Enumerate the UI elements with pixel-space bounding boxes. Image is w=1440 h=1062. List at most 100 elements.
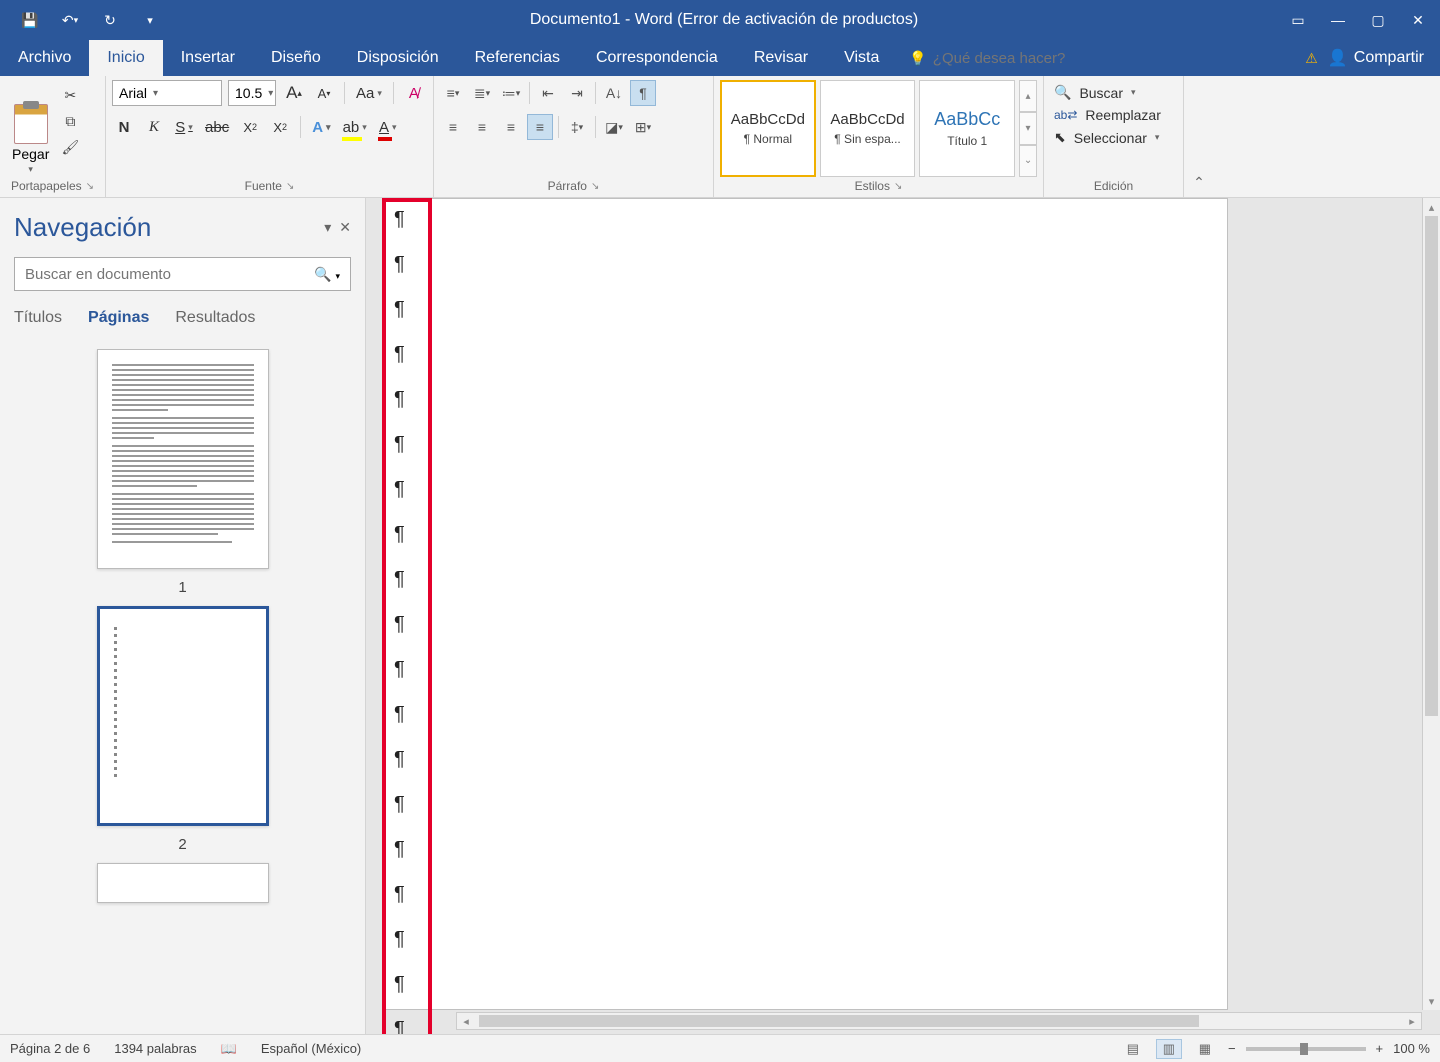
- save-icon[interactable]: 💾: [12, 4, 48, 36]
- align-left-icon[interactable]: ≡: [440, 114, 466, 140]
- find-button[interactable]: 🔍Buscar ▾: [1054, 84, 1173, 101]
- share-label: Compartir: [1354, 49, 1424, 67]
- tell-me-input[interactable]: [933, 50, 1133, 67]
- styles-dialog-icon[interactable]: ↘: [894, 181, 902, 192]
- paragraph-dialog-icon[interactable]: ↘: [591, 181, 599, 192]
- document-page[interactable]: [382, 198, 1228, 1010]
- increase-indent-icon[interactable]: ⇥: [564, 80, 590, 106]
- font-size-combo[interactable]: 10.5▾: [228, 80, 276, 106]
- nav-tab-titles[interactable]: Títulos: [14, 309, 62, 331]
- tell-me[interactable]: 💡: [897, 40, 1305, 76]
- bold-button[interactable]: N: [112, 114, 136, 140]
- font-dialog-icon[interactable]: ↘: [286, 181, 294, 192]
- share-button[interactable]: 👤 Compartir: [1328, 48, 1424, 68]
- tab-layout[interactable]: Disposición: [339, 40, 457, 76]
- replace-button[interactable]: ab⇄Reemplazar: [1054, 107, 1173, 123]
- collapse-ribbon-icon[interactable]: ⌃: [1184, 76, 1214, 197]
- highlight-button[interactable]: ab: [340, 114, 370, 140]
- zoom-level[interactable]: 100 %: [1393, 1041, 1430, 1056]
- nav-close-icon[interactable]: ✕: [339, 219, 351, 236]
- line-spacing-button[interactable]: ‡▾: [564, 114, 590, 140]
- nav-search-input[interactable]: [25, 266, 314, 283]
- thumbnail-page-2[interactable]: [97, 606, 269, 826]
- tab-review[interactable]: Revisar: [736, 40, 826, 76]
- zoom-slider[interactable]: [1246, 1047, 1366, 1051]
- nav-tab-results[interactable]: Resultados: [175, 309, 255, 331]
- shrink-font-icon[interactable]: A▾: [312, 80, 336, 106]
- vertical-scrollbar[interactable]: ▴ ▾: [1422, 198, 1440, 1010]
- change-case-button[interactable]: Aa: [353, 80, 385, 106]
- web-layout-icon[interactable]: ▦: [1192, 1039, 1218, 1059]
- font-color-button[interactable]: A: [376, 114, 400, 140]
- sort-icon[interactable]: A↓: [601, 80, 627, 106]
- thumbnail-page-1[interactable]: [97, 349, 269, 569]
- shading-button[interactable]: ◪▾: [601, 114, 627, 140]
- maximize-icon[interactable]: ▢: [1360, 4, 1396, 36]
- justify-icon[interactable]: ≡: [527, 114, 553, 140]
- ribbon-tabs: Archivo Inicio Insertar Diseño Disposici…: [0, 40, 1440, 76]
- read-mode-icon[interactable]: ▤: [1120, 1039, 1146, 1059]
- numbering-button[interactable]: ≣▾: [469, 80, 495, 106]
- status-words[interactable]: 1394 palabras: [114, 1041, 196, 1056]
- thumbnail-page-3[interactable]: [97, 863, 269, 903]
- horizontal-scrollbar[interactable]: ◂▸: [456, 1012, 1422, 1030]
- zoom-out-icon[interactable]: −: [1228, 1041, 1236, 1056]
- tab-mailings[interactable]: Correspondencia: [578, 40, 736, 76]
- paragraph-label: Párrafo: [548, 179, 587, 193]
- navigation-title: Navegación: [14, 212, 151, 243]
- status-language[interactable]: Español (México): [261, 1041, 361, 1056]
- search-icon: 🔍: [1054, 84, 1071, 101]
- nav-tab-pages[interactable]: Páginas: [88, 309, 149, 331]
- paste-button[interactable]: Pegar ▾: [6, 80, 55, 177]
- minimize-icon[interactable]: —: [1320, 4, 1356, 36]
- style-no-spacing[interactable]: AaBbCcDd ¶ Sin espa...: [820, 80, 916, 177]
- tab-design[interactable]: Diseño: [253, 40, 339, 76]
- document-view[interactable]: ¶¶¶¶¶¶¶¶¶¶¶¶¶¶¶¶¶¶¶¶¶ ▴ ▾ ◂▸: [366, 198, 1440, 1034]
- clipboard-dialog-icon[interactable]: ↘: [86, 181, 94, 192]
- italic-button[interactable]: K: [142, 114, 166, 140]
- tab-file[interactable]: Archivo: [0, 40, 89, 76]
- styles-scrollbar[interactable]: ▴▾⌄: [1019, 80, 1037, 177]
- tab-home[interactable]: Inicio: [89, 40, 162, 76]
- proofing-icon[interactable]: 📖: [221, 1041, 237, 1057]
- bullets-button[interactable]: ≡▾: [440, 80, 466, 106]
- paste-label: Pegar: [12, 146, 49, 162]
- show-hide-paragraph-icon[interactable]: ¶: [630, 80, 656, 106]
- redo-icon[interactable]: ↻: [92, 4, 128, 36]
- format-painter-icon[interactable]: 🖌: [59, 136, 81, 158]
- zoom-in-icon[interactable]: +: [1376, 1041, 1384, 1056]
- style-heading1[interactable]: AaBbCc Título 1: [919, 80, 1015, 177]
- qat-customize-icon[interactable]: ▾: [132, 4, 168, 36]
- tab-insert[interactable]: Insertar: [163, 40, 253, 76]
- tab-view[interactable]: Vista: [826, 40, 897, 76]
- text-effects-button[interactable]: A: [309, 114, 333, 140]
- grow-font-icon[interactable]: A▴: [282, 80, 306, 106]
- group-clipboard: Pegar ▾ ✂ ⧉ 🖌 Portapapeles↘: [0, 76, 106, 197]
- font-name-combo[interactable]: Arial▾: [112, 80, 222, 106]
- print-layout-icon[interactable]: ▥: [1156, 1039, 1182, 1059]
- status-bar: Página 2 de 6 1394 palabras 📖 Español (M…: [0, 1034, 1440, 1062]
- tab-references[interactable]: Referencias: [457, 40, 578, 76]
- align-right-icon[interactable]: ≡: [498, 114, 524, 140]
- select-button[interactable]: ⬉Seleccionar ▾: [1054, 129, 1173, 146]
- undo-icon[interactable]: ↶ ▾: [52, 4, 88, 36]
- borders-button[interactable]: ⊞▾: [630, 114, 656, 140]
- close-icon[interactable]: ✕: [1400, 4, 1436, 36]
- underline-button[interactable]: S: [172, 114, 196, 140]
- copy-icon[interactable]: ⧉: [59, 110, 81, 132]
- superscript-button[interactable]: X2: [268, 114, 292, 140]
- style-normal[interactable]: AaBbCcDd ¶ Normal: [720, 80, 816, 177]
- status-page[interactable]: Página 2 de 6: [10, 1041, 90, 1056]
- cut-icon[interactable]: ✂: [59, 84, 81, 106]
- multilevel-button[interactable]: ≔▾: [498, 80, 524, 106]
- decrease-indent-icon[interactable]: ⇤: [535, 80, 561, 106]
- nav-dropdown-icon[interactable]: ▾: [324, 219, 331, 236]
- clear-formatting-icon[interactable]: A̸: [402, 80, 426, 106]
- search-icon[interactable]: 🔍 ▾: [314, 266, 340, 283]
- ribbon-display-icon[interactable]: ▭: [1280, 4, 1316, 36]
- subscript-button[interactable]: X2: [238, 114, 262, 140]
- navigation-search[interactable]: 🔍 ▾: [14, 257, 351, 291]
- align-center-icon[interactable]: ≡: [469, 114, 495, 140]
- strike-button[interactable]: abc: [202, 114, 232, 140]
- warning-icon[interactable]: ⚠: [1305, 50, 1318, 67]
